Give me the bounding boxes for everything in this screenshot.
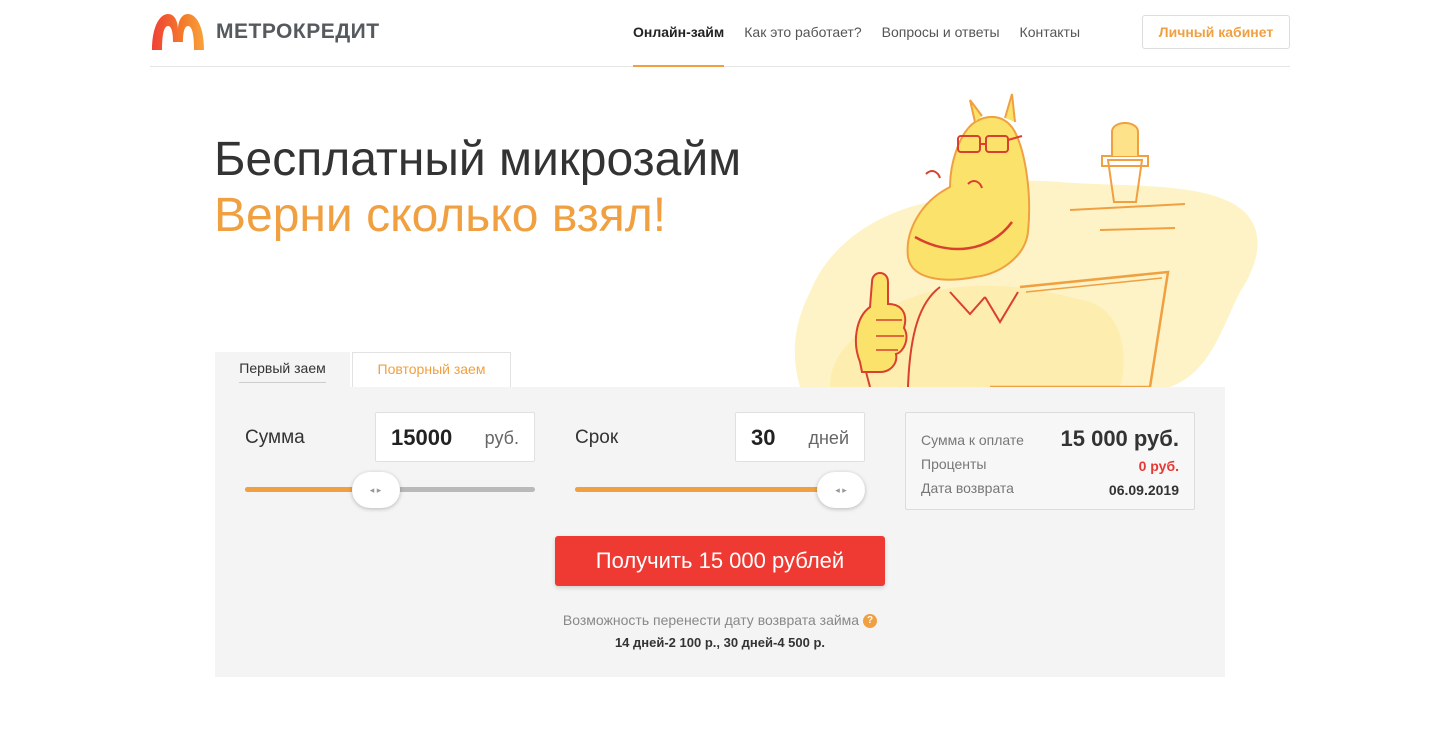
tab-first-loan[interactable]: Первый заем <box>215 352 350 387</box>
extension-prices: 14 дней-2 100 р., 30 дней-4 500 р. <box>614 635 826 650</box>
total-value: 15 000 руб. <box>1060 426 1180 451</box>
help-icon[interactable]: ? <box>863 614 878 629</box>
nav-item-contacts[interactable]: Контакты <box>1020 0 1080 67</box>
amount-value: 15000 <box>391 425 453 450</box>
main-nav: Онлайн-займ Как это работает? Вопросы и … <box>633 0 1100 67</box>
loan-calculator: Сумма 15000 руб. ◂ ▸ Срок 30 дней ◂ ▸ Су… <box>215 387 1225 677</box>
extension-note-text: Возможность перенести дату возврата займ… <box>562 612 860 628</box>
term-value: 30 <box>751 425 776 450</box>
loan-summary: Сумма к оплате 15 000 руб. Проценты 0 ру… <box>905 412 1195 510</box>
hero-subtitle: Верни сколько взял! <box>214 189 667 242</box>
logo-text: МЕТРОКРЕДИТ <box>216 20 380 43</box>
term-slider-handle[interactable]: ◂ ▸ <box>817 472 865 508</box>
interest-value: 0 руб. <box>1138 458 1179 474</box>
extension-note: Возможность перенести дату возврата займ… <box>215 612 1225 629</box>
return-date-value: 06.09.2019 <box>1108 482 1179 498</box>
interest-label: Проценты <box>921 456 987 472</box>
mascot-illustration <box>794 93 1258 387</box>
personal-cabinet-button[interactable]: Личный кабинет <box>1142 15 1290 49</box>
amount-slider-handle[interactable]: ◂ ▸ <box>351 472 400 508</box>
get-loan-button[interactable]: Получить 15 000 рублей <box>555 536 885 586</box>
term-unit: дней <box>808 428 849 448</box>
nav-item-online-loan[interactable]: Онлайн-займ <box>633 0 725 67</box>
term-input[interactable]: 30 дней <box>735 412 865 462</box>
amount-unit: руб. <box>484 428 519 448</box>
site-header: МЕТРОКРЕДИТ Онлайн-займ Как это работает… <box>150 0 1290 67</box>
amount-input[interactable]: 15000 руб. <box>375 412 535 462</box>
logo-mark-icon <box>152 14 204 50</box>
nav-item-how-it-works[interactable]: Как это работает? <box>744 0 861 67</box>
tab-repeat-loan[interactable]: Повторный заем <box>352 352 511 387</box>
tab-first-loan-label: Первый заем <box>239 360 326 383</box>
term-label: Срок <box>575 427 619 448</box>
total-label: Сумма к оплате <box>921 432 1024 448</box>
hero-title: Бесплатный микрозайм <box>214 133 742 186</box>
logo[interactable]: МЕТРОКРЕДИТ <box>150 12 380 52</box>
return-date-label: Дата возврата <box>921 480 1014 496</box>
amount-label: Сумма <box>245 427 305 448</box>
nav-item-faq[interactable]: Вопросы и ответы <box>882 0 1000 67</box>
